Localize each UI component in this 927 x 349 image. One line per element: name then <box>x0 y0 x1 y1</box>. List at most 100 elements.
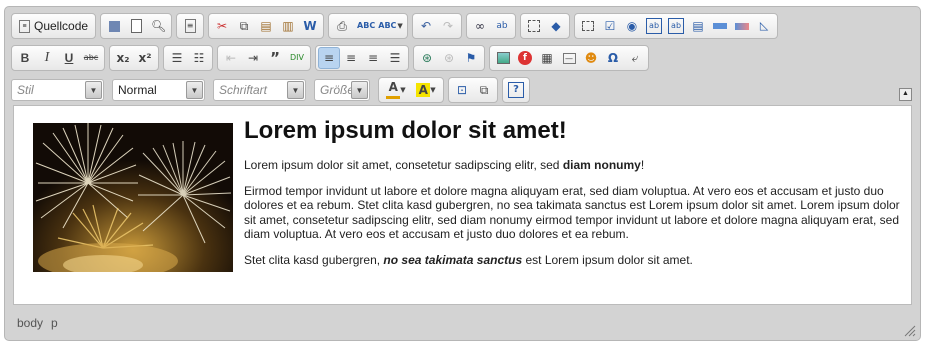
horizontal-rule-button[interactable]: — <box>558 47 580 69</box>
unlink-button[interactable]: ⊛ <box>438 47 460 69</box>
align-center-button[interactable]: ≡ <box>340 47 362 69</box>
radio-button[interactable]: ◉ <box>621 15 643 37</box>
outdent-button[interactable]: ⇤ <box>220 47 242 69</box>
toolbar-group-scripts: x₂ x² <box>109 45 159 71</box>
strike-button[interactable]: abc <box>80 47 102 69</box>
creatediv-button[interactable]: DIV <box>286 47 308 69</box>
document-heading: Lorem ipsum dolor sit amet! <box>244 117 567 144</box>
chevron-down-icon[interactable]: ▼ <box>85 81 102 99</box>
paste-word-button[interactable]: W <box>299 15 321 37</box>
italic-button[interactable]: I <box>36 47 58 69</box>
numbered-list-button[interactable]: ☰ <box>166 47 188 69</box>
templates-button[interactable]: ≡ <box>179 15 201 37</box>
link-button[interactable]: ⊛ <box>416 47 438 69</box>
paragraph-3-text: Stet clita kasd gubergren, <box>244 252 384 267</box>
replace-button[interactable]: ab <box>491 15 513 37</box>
button-field-button[interactable] <box>709 15 731 37</box>
blockquote-button[interactable]: ” <box>264 47 286 69</box>
outdent-icon: ⇤ <box>225 51 237 65</box>
font-combo[interactable]: Schriftart ▼ <box>213 79 306 101</box>
special-char-button[interactable]: Ω <box>602 47 624 69</box>
editor-content-area[interactable]: Lorem ipsum dolor sit amet! Lorem ipsum … <box>13 105 912 305</box>
format-combo[interactable]: Normal ▼ <box>112 79 205 101</box>
toolbar-group-indent: ⇤ ⇥ ” DIV <box>217 45 311 71</box>
preview-button[interactable]: 🔍︎ <box>147 15 169 37</box>
about-button[interactable]: ? <box>505 79 527 101</box>
source-button[interactable]: ≡ Quellcode <box>14 15 93 37</box>
bold-button[interactable]: B <box>14 47 36 69</box>
bulleted-list-button[interactable]: ☷ <box>188 47 210 69</box>
paragraph-1-bold: diam nonumy <box>562 158 641 172</box>
undo-button[interactable]: ↶ <box>415 15 437 37</box>
save-button[interactable] <box>103 15 125 37</box>
align-justify-icon: ☰ <box>389 51 401 65</box>
dropdown-arrow-icon: ▼ <box>400 86 406 94</box>
image-button[interactable] <box>492 47 514 69</box>
text-field-button[interactable]: ab <box>643 15 665 37</box>
page-break-button[interactable]: ⤶ <box>624 47 646 69</box>
toolbar-group-insert: f ▦ — ☻ Ω ⤶ <box>489 45 649 71</box>
paragraph-3: Stet clita kasd gubergren, no sea takima… <box>244 253 904 268</box>
rich-text-editor: ≡ Quellcode 🔍︎ ≡ ✂ ⧉ ▤ ▥ W ⎙ ABC ABC ▼ ↶ … <box>4 6 921 341</box>
toolbar-group-find: ∞ ab <box>466 13 517 39</box>
copy-icon: ⧉ <box>239 19 249 33</box>
new-page-button[interactable] <box>125 15 147 37</box>
document-body[interactable]: Lorem ipsum dolor sit amet! Lorem ipsum … <box>244 116 904 278</box>
superscript-icon: x² <box>138 51 152 65</box>
subscript-button[interactable]: x₂ <box>112 47 134 69</box>
align-right-button[interactable]: ≡ <box>362 47 384 69</box>
image-button-field-button[interactable] <box>731 15 753 37</box>
checkbox-button[interactable]: ☑ <box>599 15 621 37</box>
print-button[interactable]: ⎙ <box>331 15 353 37</box>
horizontal-rule-icon: — <box>562 52 576 64</box>
toolbar-group-select: ◆ <box>520 13 571 39</box>
align-justify-button[interactable]: ☰ <box>384 47 406 69</box>
font-size-combo[interactable]: Größe ▼ <box>314 79 370 101</box>
checkbox-icon: ☑ <box>604 19 616 33</box>
remove-format-button[interactable]: ◆ <box>545 15 567 37</box>
align-left-button[interactable]: ≡ <box>318 47 340 69</box>
paste-text-button[interactable]: ▥ <box>277 15 299 37</box>
paste-button[interactable]: ▤ <box>255 15 277 37</box>
table-button[interactable]: ▦ <box>536 47 558 69</box>
find-button[interactable]: ∞ <box>469 15 491 37</box>
align-center-icon: ≡ <box>345 51 357 65</box>
align-right-icon: ≡ <box>367 51 379 65</box>
superscript-button[interactable]: x² <box>134 47 156 69</box>
element-path-p[interactable]: p <box>51 316 58 330</box>
toolbar-group-align: ≡ ≡ ≡ ☰ <box>315 45 409 71</box>
image-button-field-icon <box>735 22 750 30</box>
anchor-button[interactable]: ⚑ <box>460 47 482 69</box>
flash-button[interactable]: f <box>514 47 536 69</box>
indent-button[interactable]: ⇥ <box>242 47 264 69</box>
style-combo[interactable]: Stil ▼ <box>11 79 104 101</box>
chevron-down-icon[interactable]: ▼ <box>351 81 368 99</box>
copy-button[interactable]: ⧉ <box>233 15 255 37</box>
text-color-button[interactable]: A ▼ <box>381 79 411 101</box>
spellcheck-button[interactable]: ABC <box>353 15 375 37</box>
cut-button[interactable]: ✂ <box>211 15 233 37</box>
hidden-field-button[interactable]: ◺ <box>753 15 775 37</box>
underline-button[interactable]: U <box>58 47 80 69</box>
smiley-button[interactable]: ☻ <box>580 47 602 69</box>
chevron-down-icon[interactable]: ▼ <box>287 81 304 99</box>
form-button[interactable] <box>577 15 599 37</box>
scissors-icon: ✂ <box>217 19 228 33</box>
spellcheck-as-you-type-button[interactable]: ABC ▼ <box>375 15 405 37</box>
flash-icon: f <box>518 51 532 65</box>
chevron-down-icon[interactable]: ▼ <box>186 81 203 99</box>
background-color-button[interactable]: A ▼ <box>411 79 441 101</box>
maximize-button[interactable]: ⊡ <box>451 79 473 101</box>
textarea-button[interactable]: ab <box>665 15 687 37</box>
show-blocks-button[interactable]: ⧉ <box>473 79 495 101</box>
select-field-button[interactable]: ▤ <box>687 15 709 37</box>
redo-button[interactable]: ↷ <box>437 15 459 37</box>
paragraph-3-bolditalic: no sea takimata sanctus <box>383 252 523 267</box>
resize-grip-icon[interactable] <box>904 324 916 337</box>
numbered-list-icon: ☰ <box>171 51 183 65</box>
collapse-toolbar-button[interactable]: ▲ <box>899 88 912 101</box>
element-path-body[interactable]: body <box>17 316 43 330</box>
form-icon <box>582 21 595 31</box>
toolbar-row-1: ≡ Quellcode 🔍︎ ≡ ✂ ⧉ ▤ ▥ W ⎙ ABC ABC ▼ ↶ … <box>11 13 779 39</box>
select-all-button[interactable] <box>523 15 545 37</box>
